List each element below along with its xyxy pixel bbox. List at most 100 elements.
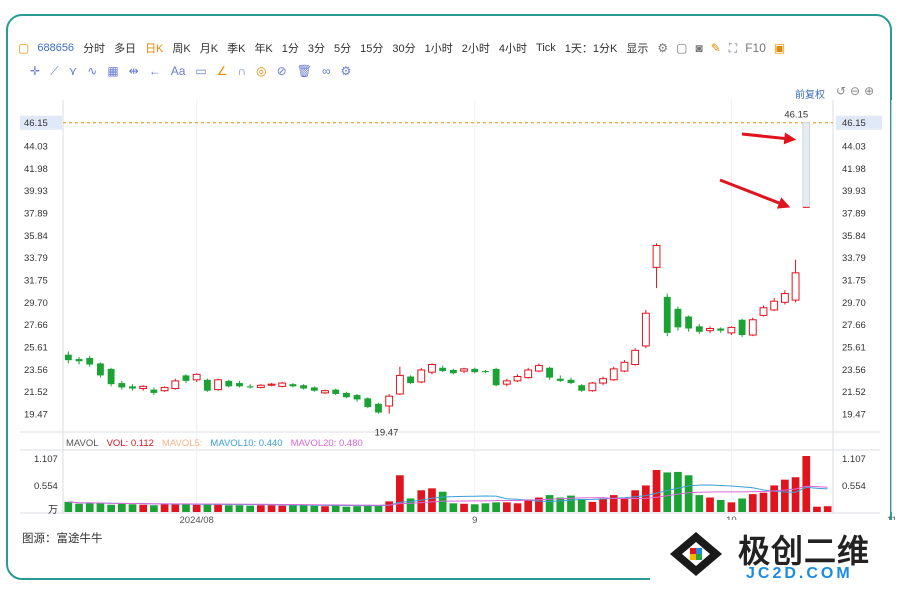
- candle-body: [578, 385, 586, 391]
- volume-bar: [321, 506, 329, 512]
- volume-bar: [417, 490, 426, 512]
- volume-bar: [75, 503, 83, 512]
- candle-body: [321, 390, 329, 394]
- x-tick-label: 9: [472, 515, 477, 526]
- candle-body: [300, 385, 308, 389]
- candle-body: [225, 380, 233, 387]
- volume-bar: [150, 505, 158, 512]
- candle-body: [75, 359, 83, 362]
- left-price-tick: 25.61: [24, 342, 48, 353]
- candle-body: [482, 371, 489, 373]
- volume-bar: [182, 503, 190, 512]
- volume-left-tick: 1.107: [34, 454, 58, 465]
- candle-body: [278, 382, 287, 387]
- right-price-tick: 25.61: [842, 342, 866, 353]
- volume-bar: [85, 502, 94, 512]
- volume-bar: [107, 504, 115, 512]
- volume-bar: [256, 505, 265, 512]
- candle-body: [674, 308, 682, 328]
- candle-body: [502, 380, 511, 385]
- candle-body: [385, 395, 394, 407]
- volume-bar: [128, 504, 137, 512]
- volume-bar: [502, 502, 511, 512]
- volume-bar: [802, 456, 811, 512]
- candle-body: [599, 378, 607, 384]
- left-price-tick: 37.89: [24, 208, 48, 219]
- volume-bar: [449, 503, 458, 512]
- candle-body: [192, 373, 201, 381]
- watermark-url: JC2D.COM: [746, 565, 853, 582]
- volume-bar: [813, 506, 821, 512]
- right-price-tick: 41.98: [842, 164, 866, 175]
- candle-body: [86, 357, 94, 365]
- candle-body: [236, 383, 243, 387]
- volume-right-tick: 1.107: [842, 454, 866, 465]
- candle-body: [652, 245, 661, 268]
- volume-bar: [513, 503, 522, 512]
- volume-bar: [192, 504, 201, 512]
- candle-body: [97, 363, 104, 376]
- candle-body: [534, 365, 543, 372]
- candle-body: [780, 293, 789, 303]
- volume-left-tick: 0.554: [34, 481, 58, 492]
- volume-bar: [748, 494, 757, 512]
- candle-body: [759, 307, 768, 316]
- candle-body: [267, 383, 276, 386]
- candle-body: [717, 328, 725, 331]
- volume-bar: [652, 470, 661, 512]
- candle-body: [492, 368, 500, 386]
- candle-body: [129, 386, 136, 389]
- mavol10-value: MAVOL10: 0.440: [210, 437, 283, 449]
- candle-body: [203, 379, 211, 391]
- right-price-tick: 19.47: [842, 409, 866, 420]
- volume-bar: [117, 503, 126, 512]
- volume-bar: [438, 491, 447, 512]
- candle-body: [695, 326, 703, 332]
- left-price-tick: 19.47: [24, 409, 48, 420]
- mavol5-value: MAVOL5:: [161, 437, 203, 449]
- volume-unit: 万: [48, 505, 58, 516]
- candle-body: [685, 316, 693, 329]
- volume-bar: [214, 504, 222, 512]
- candle-body: [460, 368, 468, 372]
- volume-bar: [406, 498, 415, 512]
- left-price-tick: 27.66: [24, 320, 48, 331]
- candle-body: [513, 376, 522, 382]
- volume-bar: [492, 502, 500, 512]
- candle-body: [395, 374, 404, 395]
- left-price-tick: 29.70: [24, 298, 48, 309]
- volume-bar: [781, 479, 789, 512]
- volume-bar: [481, 503, 490, 512]
- candle-body: [289, 384, 297, 387]
- right-price-tick: 35.84: [842, 231, 866, 242]
- candle-body: [182, 375, 190, 381]
- candle-body: [546, 367, 554, 378]
- right-price-tick: 46.15: [842, 118, 866, 129]
- candle-body: [214, 379, 222, 391]
- volume-bar: [674, 471, 682, 512]
- candle-body: [588, 382, 597, 392]
- volume-right-tick: 0.554: [842, 481, 866, 492]
- volume-bar: [588, 501, 597, 512]
- volume-bar: [470, 504, 479, 512]
- candle-body: [641, 312, 650, 347]
- right-price-tick: 44.03: [842, 141, 866, 152]
- volume-bar: [706, 497, 714, 512]
- volume-bar: [267, 505, 276, 512]
- red-arrow-shaft: [741, 132, 789, 141]
- volume-bar: [716, 499, 725, 512]
- candle-body: [439, 367, 447, 372]
- volume-bar: [599, 498, 607, 512]
- kline-chart[interactable]: 2024/089101146.1546.1544.0344.0341.9841.…: [0, 0, 900, 530]
- indicator-name[interactable]: MAVOL: [66, 438, 99, 449]
- candle-body: [246, 386, 254, 388]
- volume-bar: [363, 505, 372, 512]
- volume-bar: [631, 490, 640, 512]
- left-price-tick: 44.03: [24, 141, 48, 152]
- candle-body: [256, 384, 265, 388]
- red-arrow-shaft: [719, 178, 784, 206]
- volume-bar: [139, 504, 148, 512]
- left-price-tick: 23.56: [24, 365, 48, 376]
- candle-body: [706, 327, 714, 332]
- volume-bar: [64, 501, 73, 512]
